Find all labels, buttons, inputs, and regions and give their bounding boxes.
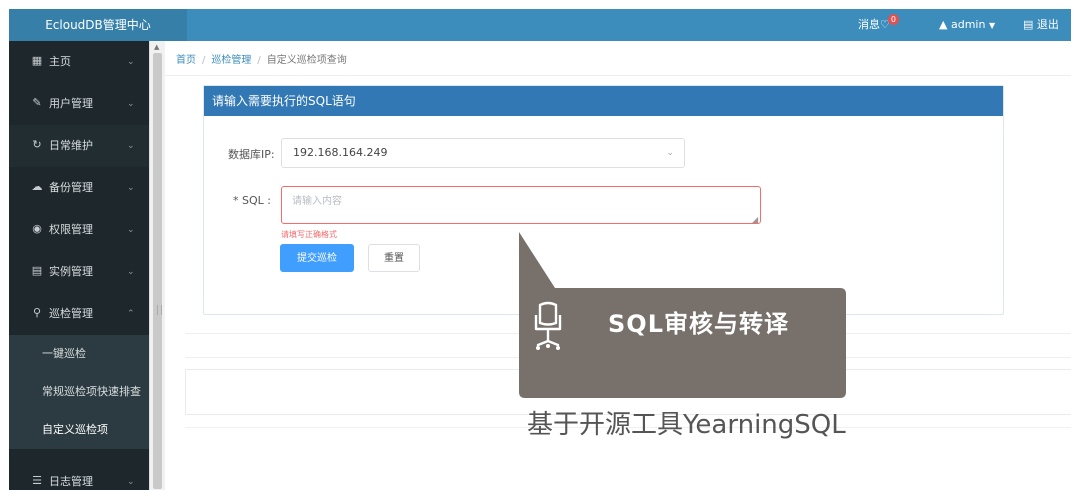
office-chair-icon <box>534 301 562 350</box>
callout-caption: 基于开源工具YearningSQL <box>527 410 846 440</box>
callout-title: SQL审核与转译 <box>608 310 789 338</box>
